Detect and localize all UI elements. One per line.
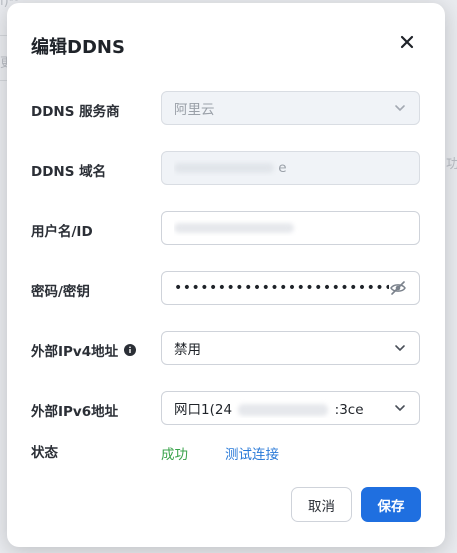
- close-button[interactable]: [395, 31, 419, 55]
- status-label: 状态: [31, 445, 58, 461]
- ipv4-select[interactable]: 禁用: [161, 331, 420, 365]
- edit-ddns-dialog: 编辑DDNS DDNS 服务商 阿里云 DDNS 域名 e 用户名/ID 密码/…: [7, 3, 445, 547]
- background-text-fragment: 功: [446, 157, 457, 172]
- chevron-down-icon: [393, 101, 407, 115]
- redacted-text: [238, 404, 329, 416]
- close-icon: [400, 34, 414, 53]
- provider-label: DDNS 服务商: [31, 104, 120, 120]
- redacted-text: [174, 163, 274, 173]
- password-label: 密码/密钥: [31, 284, 90, 300]
- domain-label: DDNS 域名: [31, 164, 107, 180]
- redacted-text: [174, 223, 294, 233]
- test-connection-link[interactable]: 测试连接: [225, 443, 279, 463]
- ipv6-value-prefix: 网口1(24: [174, 402, 233, 418]
- chevron-down-icon: [393, 341, 407, 355]
- ipv4-value: 禁用: [174, 342, 201, 358]
- username-input[interactable]: [161, 211, 420, 245]
- username-label: 用户名/ID: [31, 224, 93, 240]
- provider-select: 阿里云: [161, 91, 420, 125]
- dialog-title: 编辑DDNS: [31, 37, 125, 58]
- status-value: 成功: [161, 447, 188, 463]
- save-button[interactable]: 保存: [361, 487, 421, 522]
- password-input[interactable]: ••••••••••••••••••••••••••••••: [161, 271, 420, 305]
- eye-slash-icon[interactable]: [389, 279, 407, 297]
- ipv4-label: 外部IPv4地址: [31, 340, 137, 360]
- chevron-down-icon: [393, 401, 407, 415]
- ipv6-select[interactable]: 网口1(24 :3ce: [161, 391, 420, 425]
- cancel-button[interactable]: 取消: [291, 487, 352, 522]
- ipv6-value-suffix: :3ce: [334, 402, 364, 418]
- ipv6-label: 外部IPv6地址: [31, 404, 119, 420]
- domain-field: e: [161, 151, 420, 185]
- provider-value: 阿里云: [174, 102, 215, 118]
- info-icon[interactable]: [124, 344, 137, 356]
- domain-value-suffix: e: [278, 160, 287, 176]
- password-value: ••••••••••••••••••••••••••••••: [174, 280, 389, 296]
